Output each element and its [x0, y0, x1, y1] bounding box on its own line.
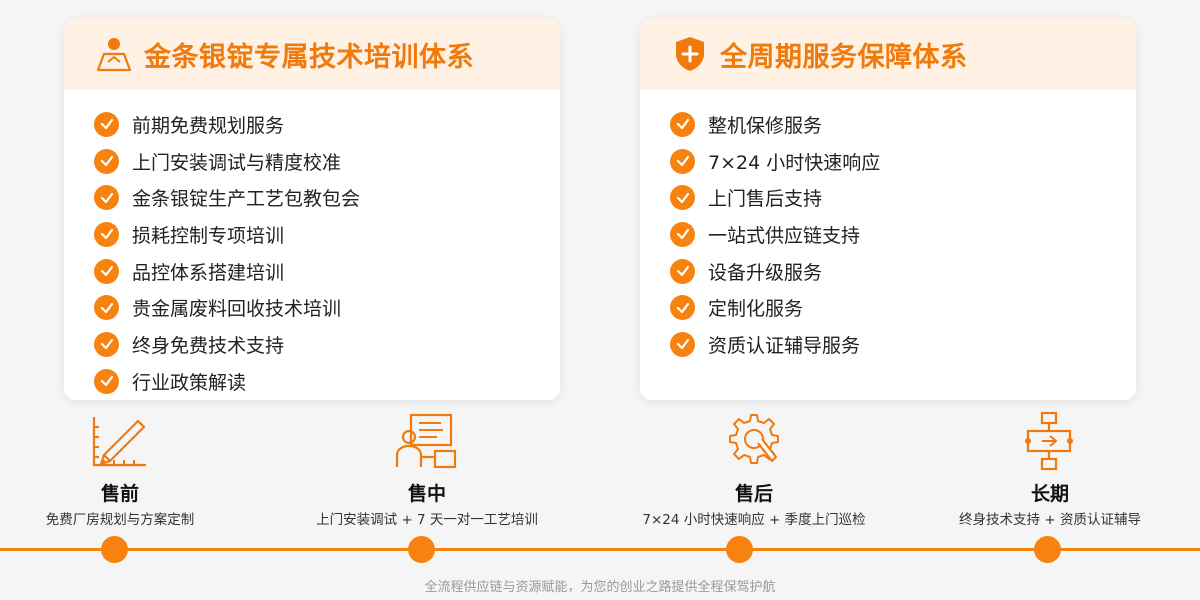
user-teacher-icon — [94, 34, 134, 74]
list-item-label: 一站式供应链支持 — [708, 224, 861, 247]
timeline-line — [0, 548, 1200, 551]
list-item: 前期免费规划服务 — [94, 106, 560, 143]
list-item-label: 设备升级服务 — [708, 261, 823, 284]
list-item: 资质认证辅导服务 — [670, 326, 1136, 363]
check-icon — [94, 111, 119, 137]
list-item: 上门安装调试与精度校准 — [94, 143, 560, 180]
service-card-header: 全周期服务保障体系 — [640, 18, 1136, 90]
check-icon — [94, 221, 119, 247]
check-icon — [670, 221, 695, 247]
check-icon — [94, 148, 119, 174]
stage-long-term: 长期 终身技术支持 + 资质认证辅导 — [900, 410, 1200, 528]
stage-after-sale: 售后 7×24 小时快速响应 + 季度上门巡检 — [604, 410, 904, 528]
check-icon — [670, 295, 695, 321]
check-icon — [670, 148, 695, 174]
list-item-label: 贵金属废料回收技术培训 — [132, 298, 342, 321]
service-item-list: 整机保修服务 7×24 小时快速响应 上门售后支持 一站式供应链支持 设备升级服… — [640, 90, 1136, 363]
list-item: 行业政策解读 — [94, 363, 560, 400]
gear-wrench-icon — [604, 410, 904, 472]
timeline-dot-pre-sale — [101, 536, 128, 563]
list-item-label: 终身免费技术支持 — [132, 334, 285, 357]
stage-title: 售后 — [734, 483, 773, 505]
stage-desc: 7×24 小时快速响应 + 季度上门巡检 — [642, 512, 866, 528]
list-item-label: 上门售后支持 — [708, 188, 823, 211]
check-icon — [94, 368, 119, 394]
stage-desc: 上门安装调试 + 7 天一对一工艺培训 — [316, 512, 538, 528]
list-item: 品控体系搭建培训 — [94, 253, 560, 290]
list-item-label: 损耗控制专项培训 — [132, 224, 285, 247]
list-item: 上门售后支持 — [670, 179, 1136, 216]
list-item-label: 行业政策解读 — [132, 371, 247, 394]
list-item: 设备升级服务 — [670, 253, 1136, 290]
stage-title: 长期 — [1030, 483, 1069, 505]
stage-title: 售前 — [100, 483, 139, 505]
list-item: 贵金属废料回收技术培训 — [94, 289, 560, 326]
list-item: 损耗控制专项培训 — [94, 216, 560, 253]
check-icon — [94, 331, 119, 357]
list-item-label: 上门安装调试与精度校准 — [132, 151, 342, 174]
stage-desc: 免费厂房规划与方案定制 — [45, 512, 195, 528]
check-icon — [94, 295, 119, 321]
flow-cycle-icon — [900, 410, 1200, 472]
list-item-label: 前期免费规划服务 — [132, 114, 285, 137]
ruler-pencil-icon — [0, 410, 270, 472]
shield-plus-icon — [670, 34, 710, 74]
service-guarantee-card: 全周期服务保障体系 整机保修服务 7×24 小时快速响应 上门售后支持 一站式供… — [640, 18, 1136, 400]
stage-title: 售中 — [407, 483, 446, 505]
list-item-label: 整机保修服务 — [708, 114, 823, 137]
list-item-label: 金条银锭生产工艺包教包会 — [132, 188, 361, 211]
list-item: 定制化服务 — [670, 289, 1136, 326]
stage-desc: 终身技术支持 + 资质认证辅导 — [959, 512, 1141, 528]
training-item-list: 前期免费规划服务 上门安装调试与精度校准 金条银锭生产工艺包教包会 损耗控制专项… — [64, 90, 560, 400]
footer-slogan: 全流程供应链与资源赋能，为您的创业之路提供全程保驾护航 — [424, 580, 776, 595]
training-system-card: 金条银锭专属技术培训体系 前期免费规划服务 上门安装调试与精度校准 金条银锭生产… — [64, 18, 560, 400]
list-item-label: 7×24 小时快速响应 — [708, 151, 881, 174]
list-item: 终身免费技术支持 — [94, 326, 560, 363]
trainer-board-icon — [277, 410, 577, 472]
check-icon — [670, 258, 695, 284]
timeline-dot-long-term — [1034, 536, 1061, 563]
check-icon — [94, 185, 119, 211]
list-item: 7×24 小时快速响应 — [670, 143, 1136, 180]
list-item: 一站式供应链支持 — [670, 216, 1136, 253]
stage-pre-sale: 售前 免费厂房规划与方案定制 — [0, 410, 270, 528]
check-icon — [670, 111, 695, 137]
list-item-label: 品控体系搭建培训 — [132, 261, 285, 284]
check-icon — [670, 331, 695, 357]
service-card-title: 全周期服务保障体系 — [720, 41, 968, 73]
timeline-dot-after-sale — [726, 536, 753, 563]
list-item-label: 资质认证辅导服务 — [708, 334, 861, 357]
check-icon — [94, 258, 119, 284]
training-card-title: 金条银锭专属技术培训体系 — [144, 41, 474, 73]
list-item-label: 定制化服务 — [708, 298, 804, 321]
list-item: 金条银锭生产工艺包教包会 — [94, 179, 560, 216]
training-card-header: 金条银锭专属技术培训体系 — [64, 18, 560, 90]
list-item: 整机保修服务 — [670, 106, 1136, 143]
timeline-dot-in-sale — [408, 536, 435, 563]
check-icon — [670, 185, 695, 211]
stage-in-sale: 售中 上门安装调试 + 7 天一对一工艺培训 — [277, 410, 577, 528]
